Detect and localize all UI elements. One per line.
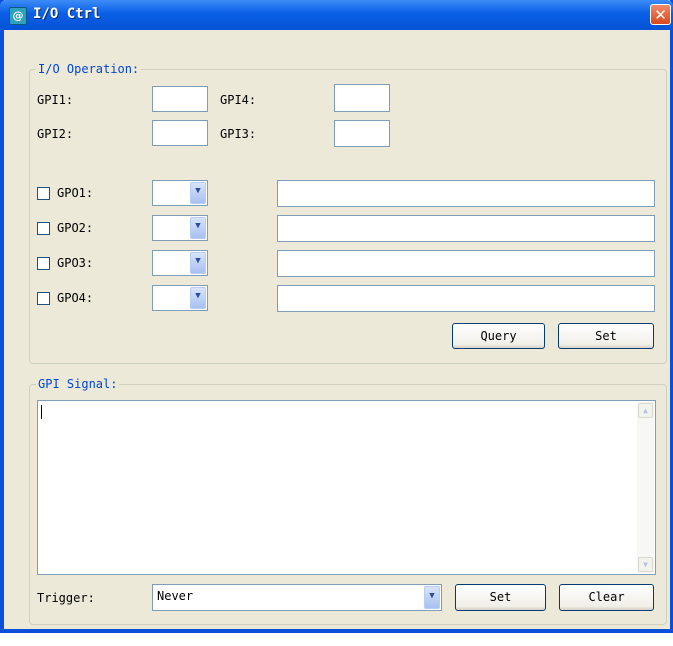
gpo2-checkbox[interactable]: [37, 222, 50, 235]
trigger-select[interactable]: Never ▼: [152, 584, 442, 611]
gpo3-text-field[interactable]: [277, 250, 655, 277]
io-ctrl-window: @ I/O Ctrl ✕ I/O Operation: GPI1: GPI4: …: [0, 0, 673, 633]
scroll-up-icon[interactable]: ▲: [638, 403, 653, 418]
log-scrollbar[interactable]: ▲ ▼: [637, 402, 654, 573]
gpi2-label: GPI2:: [37, 127, 74, 141]
gpi2-field[interactable]: [152, 120, 208, 146]
clear-button[interactable]: Clear: [559, 584, 654, 611]
gpi1-label: GPI1:: [37, 93, 74, 107]
gpo3-checkbox[interactable]: [37, 257, 50, 270]
gpo2-select[interactable]: ▼: [152, 215, 208, 241]
chevron-down-icon[interactable]: ▼: [424, 586, 440, 609]
title-bar[interactable]: @ I/O Ctrl ✕: [0, 0, 673, 30]
chevron-down-icon[interactable]: ▼: [190, 287, 206, 309]
text-cursor: [41, 405, 42, 419]
gpi-signal-legend: GPI Signal:: [36, 377, 120, 391]
gpi4-field[interactable]: [334, 84, 390, 112]
gpi3-label: GPI3:: [220, 127, 257, 141]
trigger-label: Trigger:: [37, 591, 95, 605]
gpo4-label: GPO4:: [57, 291, 94, 305]
gpo2-label: GPO2:: [57, 221, 94, 235]
io-operation-legend: I/O Operation:: [36, 62, 142, 76]
signal-set-button[interactable]: Set: [455, 584, 546, 611]
close-button[interactable]: ✕: [650, 4, 671, 25]
app-icon: @: [9, 7, 27, 25]
gpi1-field[interactable]: [152, 86, 208, 112]
gpo3-select[interactable]: ▼: [152, 250, 208, 276]
gpo4-checkbox[interactable]: [37, 292, 50, 305]
gpo1-label: GPO1:: [57, 186, 94, 200]
trigger-selected-value: Never: [157, 589, 194, 603]
gpo2-text-field[interactable]: [277, 215, 655, 242]
gpo4-text-field[interactable]: [277, 285, 655, 312]
scroll-down-icon[interactable]: ▼: [638, 557, 653, 572]
gpi3-field[interactable]: [334, 120, 390, 147]
window-title: I/O Ctrl: [33, 6, 101, 22]
chevron-down-icon[interactable]: ▼: [190, 217, 206, 239]
query-button[interactable]: Query: [452, 323, 545, 349]
gpo4-select[interactable]: ▼: [152, 285, 208, 311]
gpo1-checkbox[interactable]: [37, 187, 50, 200]
gpo3-label: GPO3:: [57, 256, 94, 270]
chevron-down-icon[interactable]: ▼: [190, 252, 206, 274]
gpo1-text-field[interactable]: [277, 180, 655, 207]
gpo1-select[interactable]: ▼: [152, 180, 208, 206]
gpi-signal-log[interactable]: ▲ ▼: [37, 400, 656, 575]
io-set-button[interactable]: Set: [558, 323, 654, 349]
gpi4-label: GPI4:: [220, 93, 257, 107]
chevron-down-icon[interactable]: ▼: [190, 182, 206, 204]
